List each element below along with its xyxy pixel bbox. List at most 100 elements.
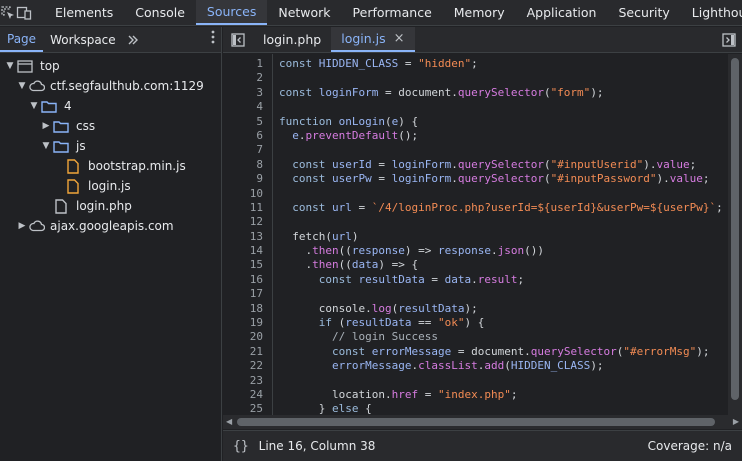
tab-network[interactable]: Network [267,0,341,25]
line-number[interactable]: 15 [223,258,267,272]
tab-memory[interactable]: Memory [443,0,516,25]
tree-item-folder-js[interactable]: ▼ js [0,136,221,156]
more-tabs-icon[interactable] [123,27,143,52]
toggle-navigator-icon[interactable] [223,27,253,52]
tab-console[interactable]: Console [124,0,196,25]
line-number[interactable]: 21 [223,345,267,359]
js-file-icon [64,178,82,194]
tree-label: ctf.segfaulthub.com:1129 [50,79,204,93]
code-line[interactable]: function onLogin(e) { [279,115,728,129]
code-line[interactable]: const loginForm = document.querySelector… [279,86,728,100]
tab-workspace[interactable]: Workspace [43,27,123,52]
inspect-element-icon[interactable] [0,0,16,25]
line-number[interactable]: 18 [223,302,267,316]
code-line[interactable]: location.href = "index.php"; [279,388,728,402]
line-number[interactable]: 20 [223,330,267,344]
editor-tab-login-php[interactable]: login.php [253,27,331,52]
tree-item-file-login-js[interactable]: login.js [0,176,221,196]
tab-sources[interactable]: Sources [195,0,268,25]
tree-item-folder-css[interactable]: ▶ css [0,116,221,136]
code-line[interactable]: ​ [279,374,728,388]
line-number[interactable]: 2 [223,71,267,85]
code-line[interactable]: const errorMessage = document.querySelec… [279,345,728,359]
code-line[interactable]: .then((response) => response.json()) [279,244,728,258]
devtools-toolbar: Elements Console Sources Network Perform… [0,0,742,26]
line-number[interactable]: 14 [223,244,267,258]
editor-tab-label: login.js [341,31,386,46]
expanded-arrow-icon[interactable]: ▼ [28,101,40,111]
line-number[interactable]: 19 [223,316,267,330]
line-number[interactable]: 22 [223,359,267,373]
tree-item-top[interactable]: ▼ top [0,56,221,76]
gutter-divider [272,54,273,415]
code-line[interactable]: ​ [279,143,728,157]
code-line[interactable]: e.preventDefault(); [279,129,728,143]
code-line[interactable]: fetch(url) [279,230,728,244]
line-number[interactable]: 7 [223,143,267,157]
tree-item-file-login-php[interactable]: login.php [0,196,221,216]
line-number[interactable]: 10 [223,187,267,201]
line-number[interactable]: 8 [223,158,267,172]
code-line[interactable]: .then((data) => { [279,258,728,272]
line-number[interactable]: 4 [223,100,267,114]
code-line[interactable]: errorMessage.classList.add(HIDDEN_CLASS)… [279,359,728,373]
pretty-print-icon[interactable]: {} [233,439,249,454]
tree-item-file-bootstrap[interactable]: bootstrap.min.js [0,156,221,176]
code-line[interactable]: const userPw = loginForm.querySelector("… [279,172,728,186]
collapsed-arrow-icon[interactable]: ▶ [16,221,28,231]
vertical-scrollbar[interactable] [728,54,742,415]
code-line[interactable]: ​ [279,100,728,114]
line-number[interactable]: 24 [223,388,267,402]
scroll-left-icon[interactable]: ◀ [226,417,232,426]
close-tab-icon[interactable]: × [394,31,405,46]
horizontal-scrollbar[interactable]: ◀ ▶ [223,415,742,429]
horizontal-scroll-thumb[interactable] [237,418,715,426]
vertical-scroll-thumb[interactable] [731,58,739,400]
tree-item-domain[interactable]: ▼ ctf.segfaulthub.com:1129 [0,76,221,96]
line-number[interactable]: 16 [223,273,267,287]
line-number[interactable]: 3 [223,86,267,100]
line-number[interactable]: 23 [223,374,267,388]
code-line[interactable]: // login Success [279,330,728,344]
line-number[interactable]: 9 [223,172,267,186]
line-number[interactable]: 1 [223,57,267,71]
line-number[interactable]: 11 [223,201,267,215]
line-number[interactable]: 25 [223,402,267,415]
collapsed-arrow-icon[interactable]: ▶ [40,121,52,131]
line-number[interactable]: 17 [223,287,267,301]
line-number[interactable]: 6 [223,129,267,143]
tab-performance[interactable]: Performance [342,0,443,25]
code-line[interactable]: ​ [279,287,728,301]
code-line[interactable]: } else { [279,402,728,415]
code-line[interactable]: const HIDDEN_CLASS = "hidden"; [279,57,728,71]
scroll-right-icon[interactable]: ▶ [733,417,739,426]
line-number[interactable]: 5 [223,115,267,129]
code-line[interactable]: const url = `/4/loginProc.php?userId=${u… [279,201,728,215]
editor-tab-login-js[interactable]: login.js × [331,27,415,52]
code-line[interactable]: ​ [279,71,728,85]
tab-page[interactable]: Page [0,27,44,52]
expanded-arrow-icon[interactable]: ▼ [4,61,16,71]
toggle-debugger-icon[interactable] [722,27,736,53]
tab-elements[interactable]: Elements [44,0,124,25]
more-options-icon[interactable] [211,30,215,50]
code-line[interactable]: ​ [279,215,728,229]
device-toolbar-icon[interactable] [16,0,32,25]
code-editor[interactable]: 1 2 3 4 5 6 7 8 9 10 11 12 13 14 15 16 17 18 19 20 21 22 23 24 2… [223,54,742,415]
tab-lighthouse[interactable]: Lighthouse [681,0,742,25]
code-line[interactable]: const userId = loginForm.querySelector("… [279,158,728,172]
line-number[interactable]: 12 [223,215,267,229]
expanded-arrow-icon[interactable]: ▼ [40,141,52,151]
tab-application[interactable]: Application [516,0,608,25]
document-file-icon [52,198,70,214]
expanded-arrow-icon[interactable]: ▼ [16,81,28,91]
code-line[interactable]: console.log(resultData); [279,302,728,316]
cursor-position: Line 16, Column 38 [258,439,376,453]
code-line[interactable]: const resultData = data.result; [279,273,728,287]
code-line[interactable]: if (resultData == "ok") { [279,316,728,330]
tree-item-folder-4[interactable]: ▼ 4 [0,96,221,116]
line-number[interactable]: 13 [223,230,267,244]
tree-item-domain-googleapis[interactable]: ▶ ajax.googleapis.com [0,216,221,236]
tab-security[interactable]: Security [607,0,680,25]
code-line[interactable]: ​ [279,187,728,201]
